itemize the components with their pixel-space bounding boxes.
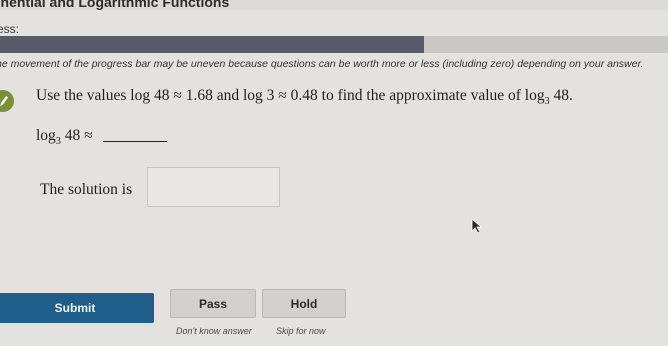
pass-sublabel: Don't know answer: [176, 326, 252, 336]
page-title: onential and Logarithmic Functions: [0, 0, 230, 10]
hold-button[interactable]: Hold: [262, 289, 346, 318]
solution-label: The solution is: [40, 181, 133, 198]
pass-button[interactable]: Pass: [170, 289, 256, 318]
progress-label: ess:: [0, 22, 20, 36]
answer-blank: [102, 141, 167, 142]
answer-prefix: log: [36, 127, 56, 144]
title-bar: onential and Logarithmic Functions: [0, 0, 668, 10]
answer-line: log3 48 ≈: [36, 127, 167, 147]
answer-input[interactable]: [147, 167, 280, 207]
progress-bar: [0, 36, 668, 53]
answer-suffix: 48 ≈: [60, 127, 93, 144]
progress-note: he movement of the progress bar may be u…: [0, 58, 644, 70]
question-text-pre: Use the values log 48 ≈ 1.68 and log 3 ≈…: [36, 87, 545, 104]
question-text-post: 48.: [549, 87, 573, 104]
progress-fill: [0, 36, 425, 53]
question-text: Use the values log 48 ≈ 1.68 and log 3 ≈…: [36, 87, 573, 107]
mouse-cursor-icon: [471, 218, 483, 234]
pencil-icon: [0, 90, 14, 112]
hold-sublabel: Skip for now: [276, 326, 326, 336]
submit-button[interactable]: Submit: [0, 293, 154, 323]
